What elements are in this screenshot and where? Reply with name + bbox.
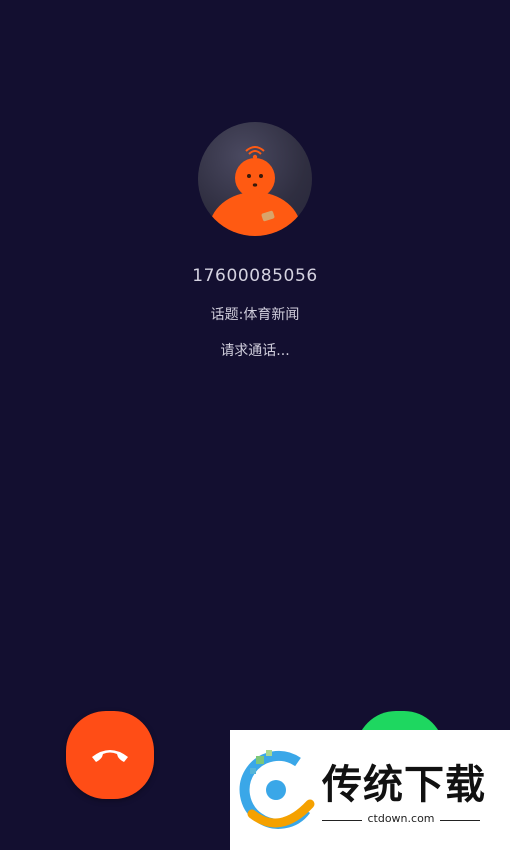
- robot-avatar-icon: [209, 146, 301, 236]
- decline-call-button[interactable]: [66, 711, 154, 799]
- ctdown-logo-icon: [239, 750, 315, 829]
- incoming-call-screen: 17600085056 话题:体育新闻 请求通话... 传统下载 ctdown.…: [0, 0, 510, 850]
- caller-number: 17600085056: [192, 266, 318, 286]
- call-status: 请求通话...: [220, 343, 290, 359]
- caller-avatar: [198, 122, 312, 236]
- watermark-logo: 传统下载 ctdown.com: [230, 730, 510, 850]
- hang-up-phone-icon: [92, 750, 128, 762]
- call-topic: 话题:体育新闻: [210, 307, 300, 323]
- watermark-brand: 传统下载: [322, 762, 486, 808]
- watermark-site: ctdown.com: [367, 812, 435, 825]
